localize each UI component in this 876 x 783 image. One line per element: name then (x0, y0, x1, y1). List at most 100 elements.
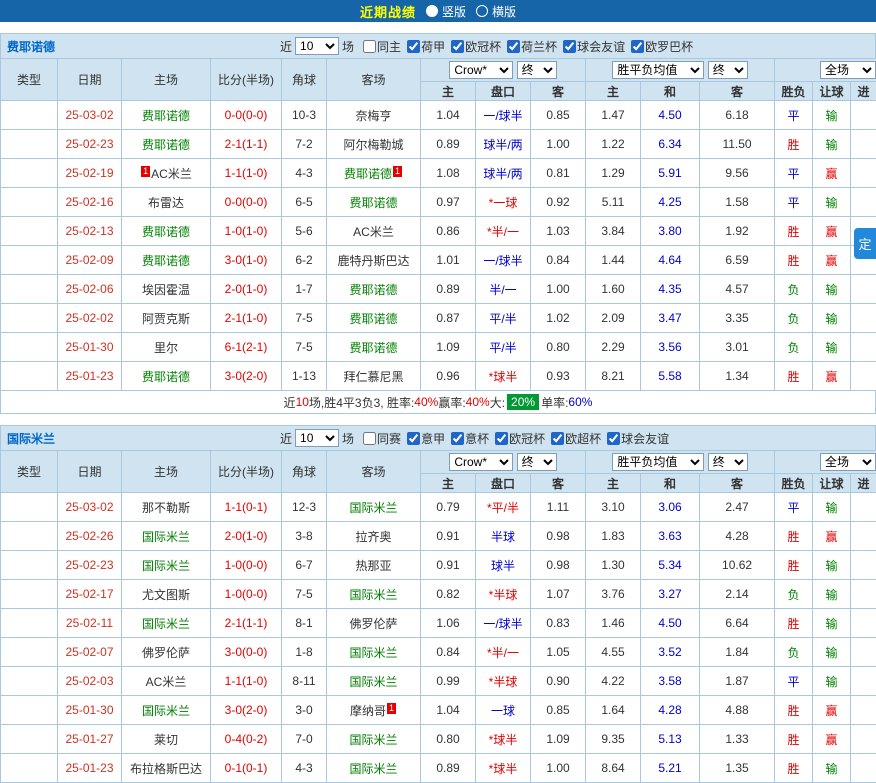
filter-球会友谊[interactable]: 球会友谊 (563, 38, 625, 55)
filter-label: 欧罗巴杯 (645, 38, 693, 55)
full-match-header: 全场 (775, 451, 876, 474)
team-link[interactable]: 费耶诺德 (142, 138, 190, 152)
filter-同赛[interactable]: 同赛 (363, 430, 401, 447)
team-link[interactable]: 佛罗伦萨 (142, 646, 190, 660)
recent-count-select[interactable]: 10 (295, 37, 339, 55)
filter-checkbox[interactable] (363, 432, 376, 445)
filter-意杯[interactable]: 意杯 (451, 430, 489, 447)
filter-checkbox[interactable] (407, 432, 420, 445)
team-link[interactable]: 国际米兰 (349, 762, 397, 776)
team-link[interactable]: 费耶诺德 (349, 312, 397, 326)
team-link[interactable]: 那不勒斯 (142, 501, 190, 515)
team-link[interactable]: 埃因霍温 (142, 283, 190, 297)
odds-final-select[interactable]: 终 (517, 453, 557, 471)
team-link[interactable]: 莱切 (154, 733, 178, 747)
team-link[interactable]: 费耶诺德 (344, 167, 392, 181)
filter-label: 球会友谊 (577, 38, 625, 55)
full-match-select[interactable]: 全场 (820, 453, 876, 471)
filter-checkbox[interactable] (507, 40, 520, 53)
team-link[interactable]: 拉齐奥 (355, 530, 391, 544)
filter-荷兰杯[interactable]: 荷兰杯 (507, 38, 557, 55)
odds-final-select[interactable]: 终 (517, 61, 557, 79)
team-link[interactable]: 费耶诺德 (349, 283, 397, 297)
layout-horizontal-option[interactable]: 横版 (476, 3, 516, 20)
team-link[interactable]: 布雷达 (148, 196, 184, 210)
team-name[interactable]: 国际米兰 (7, 430, 55, 447)
radio-selected-icon[interactable] (426, 5, 438, 17)
team-link[interactable]: AC米兰 (146, 675, 187, 689)
team-link[interactable]: AC米兰 (353, 225, 394, 239)
avg-final-select[interactable]: 终 (708, 61, 748, 79)
games-label: 场 (342, 430, 354, 447)
full-match-select[interactable]: 全场 (820, 61, 876, 79)
odds-win: 1.60 (586, 275, 641, 304)
competition-type: 荷兰杯 (1, 275, 58, 304)
team-link[interactable]: 尤文图斯 (142, 588, 190, 602)
team-link[interactable]: 费耶诺德 (142, 370, 190, 384)
team-link[interactable]: 佛罗伦萨 (349, 617, 397, 631)
avg-odds-header: 胜平负均值 终 (586, 451, 775, 474)
filter-荷甲[interactable]: 荷甲 (407, 38, 445, 55)
filter-同主[interactable]: 同主 (363, 38, 401, 55)
team-name[interactable]: 费耶诺德 (7, 38, 55, 55)
team-link[interactable]: 拜仁慕尼黑 (343, 370, 403, 384)
team-link[interactable]: 里尔 (154, 341, 178, 355)
team-link[interactable]: 国际米兰 (142, 704, 190, 718)
team-link[interactable]: 费耶诺德 (349, 196, 397, 210)
team-link[interactable]: 鹿特丹斯巴达 (337, 254, 409, 268)
team-link[interactable]: 奈梅亨 (355, 109, 391, 123)
team-link[interactable]: 费耶诺德 (142, 225, 190, 239)
filter-checkbox[interactable] (363, 40, 376, 53)
team-link[interactable]: 国际米兰 (349, 501, 397, 515)
handicap-line: 球半/两 (476, 159, 531, 188)
filter-欧冠杯[interactable]: 欧冠杯 (495, 430, 545, 447)
odds-company-select[interactable]: Crow* (449, 453, 513, 471)
avg-final-select[interactable]: 终 (708, 453, 748, 471)
team-link[interactable]: 国际米兰 (142, 617, 190, 631)
radio-unselected-icon[interactable] (476, 5, 488, 17)
team-link[interactable]: 热那亚 (355, 559, 391, 573)
competition-type: 意甲 (1, 667, 58, 696)
team-link[interactable]: 摩纳哥 (350, 704, 386, 718)
team-link[interactable]: AC米兰 (151, 167, 192, 181)
odds-lose: 9.56 (700, 159, 775, 188)
filter-球会友谊[interactable]: 球会友谊 (607, 430, 669, 447)
odds-company-select[interactable]: Crow* (449, 61, 513, 79)
avg-odds-select[interactable]: 胜平负均值 (612, 453, 704, 471)
odds-lose: 4.57 (700, 275, 775, 304)
recent-count-select[interactable]: 10 (295, 429, 339, 447)
filter-checkbox[interactable] (551, 432, 564, 445)
match-row: 荷甲25-02-16布雷达0-0(0-0)6-5费耶诺德0.97*一球0.925… (1, 188, 876, 217)
team-link[interactable]: 国际米兰 (142, 530, 190, 544)
team-link[interactable]: 国际米兰 (349, 733, 397, 747)
avg-odds-select[interactable]: 胜平负均值 (612, 61, 704, 79)
filter-checkbox[interactable] (451, 432, 464, 445)
filter-checkbox[interactable] (631, 40, 644, 53)
team-link[interactable]: 布拉格斯巴达 (130, 762, 202, 776)
filter-意甲[interactable]: 意甲 (407, 430, 445, 447)
filter-checkbox[interactable] (451, 40, 464, 53)
filter-checkbox[interactable] (563, 40, 576, 53)
filter-欧超杯[interactable]: 欧超杯 (551, 430, 601, 447)
team-link[interactable]: 阿尔梅勒城 (343, 138, 403, 152)
filter-checkbox[interactable] (607, 432, 620, 445)
filter-checkbox[interactable] (495, 432, 508, 445)
team-link[interactable]: 国际米兰 (349, 588, 397, 602)
handicap-line: 半/一 (476, 275, 531, 304)
filter-checkboxes: 同主荷甲欧冠杯荷兰杯 球会友谊 欧罗巴杯 (357, 38, 693, 55)
team-link[interactable]: 国际米兰 (349, 646, 397, 660)
corner-count: 10-3 (282, 101, 327, 130)
filter-欧罗巴杯[interactable]: 欧罗巴杯 (631, 38, 693, 55)
team-link[interactable]: 费耶诺德 (142, 254, 190, 268)
filter-欧冠杯[interactable]: 欧冠杯 (451, 38, 501, 55)
side-panel-tab[interactable]: 定 (854, 228, 876, 259)
team-link[interactable]: 国际米兰 (349, 675, 397, 689)
team-link[interactable]: 国际米兰 (142, 559, 190, 573)
team-link[interactable]: 阿贾克斯 (142, 312, 190, 326)
layout-vertical-option[interactable]: 竖版 (426, 3, 466, 20)
team-link[interactable]: 费耶诺德 (349, 341, 397, 355)
result: 胜 (775, 609, 813, 638)
team-link[interactable]: 费耶诺德 (142, 109, 190, 123)
away-team-cell: 佛罗伦萨 (327, 609, 421, 638)
filter-checkbox[interactable] (407, 40, 420, 53)
